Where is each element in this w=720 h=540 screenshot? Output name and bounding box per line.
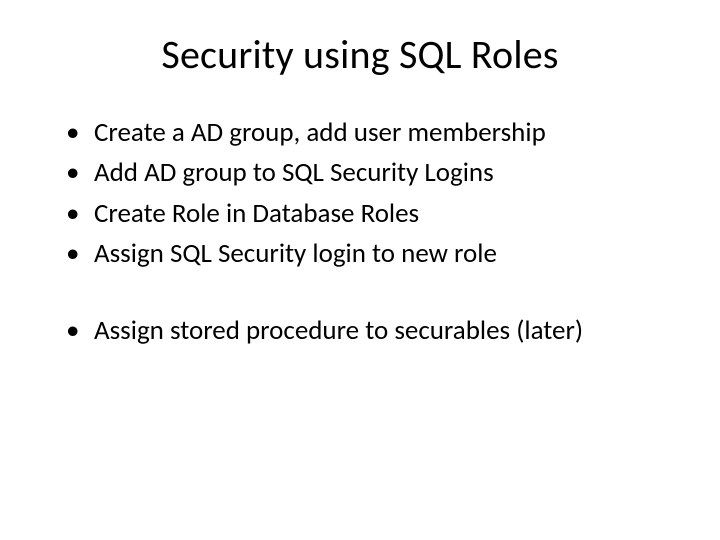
bullet-item: Assign stored procedure to securables (l… [58,313,670,349]
bullet-list-1: Create a AD group, add user membership A… [58,115,670,273]
bullet-item: Create Role in Database Roles [58,196,670,232]
bullet-list-2: Assign stored procedure to securables (l… [58,313,670,349]
slide-title: Security using SQL Roles [50,30,670,79]
bullet-item: Assign SQL Security login to new role [58,236,670,272]
bullet-item: Add AD group to SQL Security Logins [58,155,670,191]
slide: Security using SQL Roles Create a AD gro… [0,0,720,540]
bullet-item: Create a AD group, add user membership [58,115,670,151]
spacer [50,277,670,313]
